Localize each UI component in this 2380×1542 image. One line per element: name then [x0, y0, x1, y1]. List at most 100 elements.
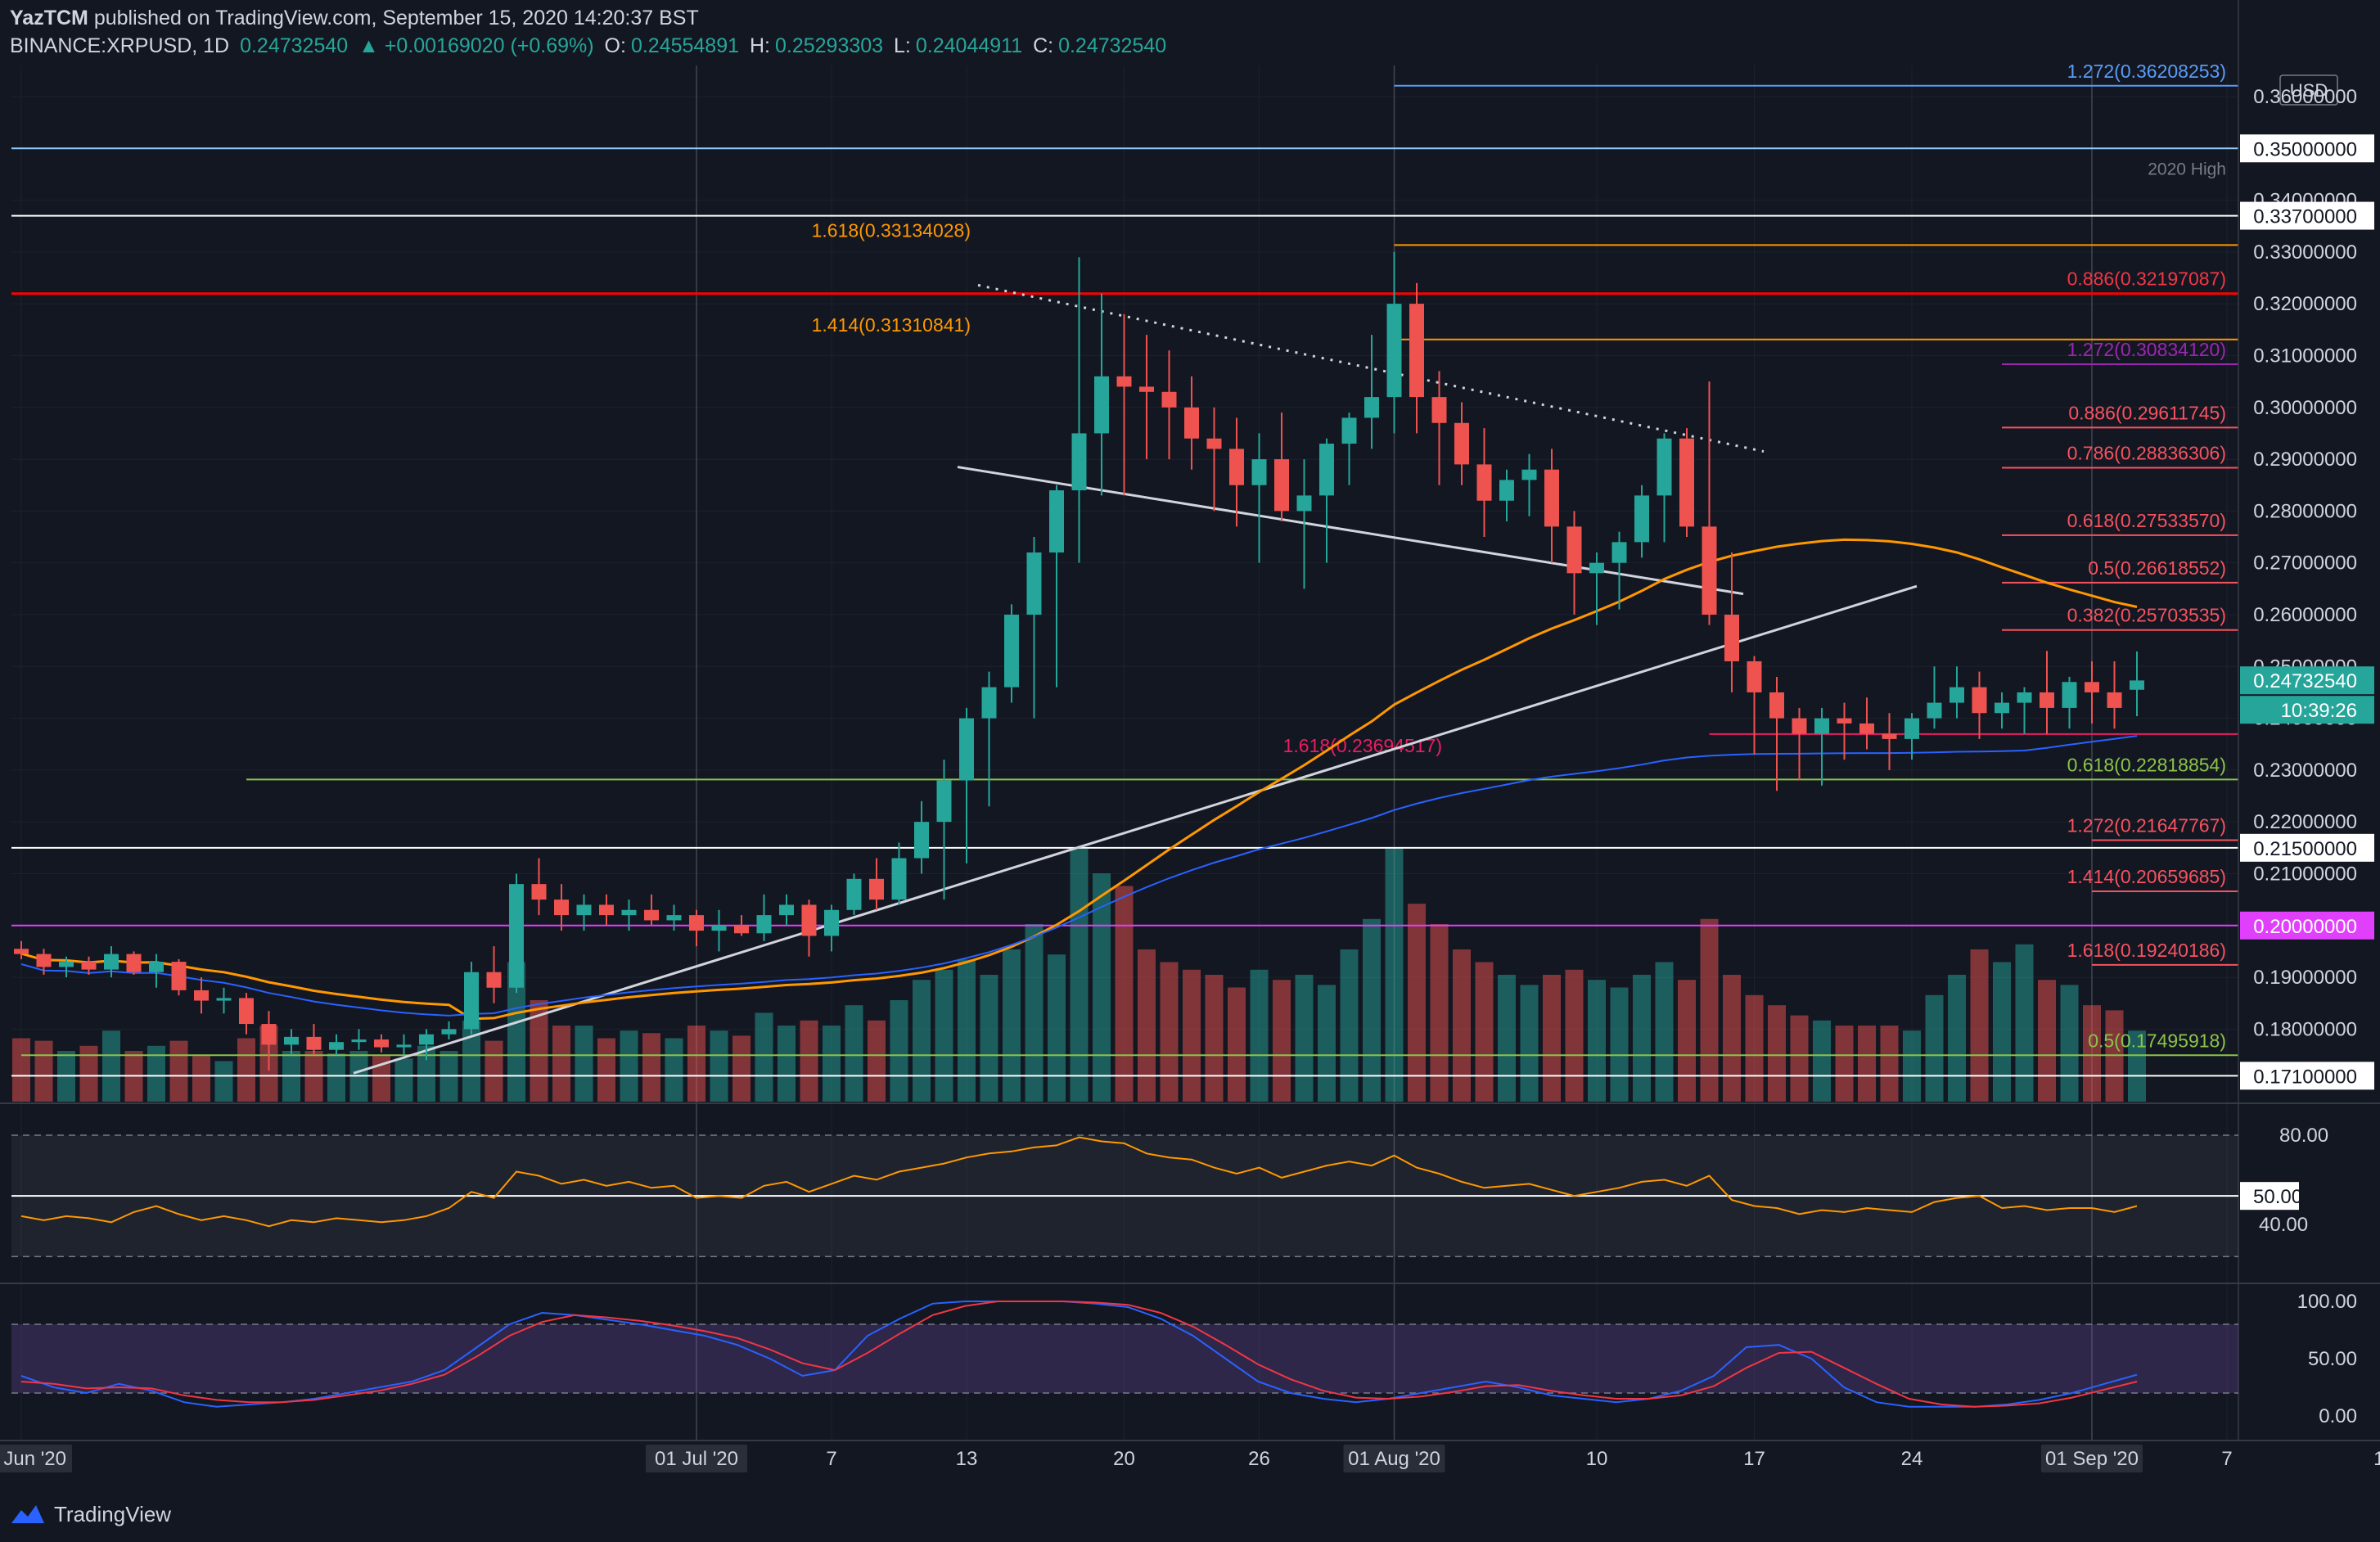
candle-body — [1747, 661, 1762, 692]
candle-body — [2130, 680, 2144, 690]
volume-bar — [1633, 975, 1651, 1102]
volume-bar — [1678, 980, 1696, 1102]
volume-bar — [1385, 848, 1404, 1102]
candle-body — [126, 954, 142, 972]
volume-bar — [1408, 904, 1426, 1102]
candle-body — [239, 998, 254, 1025]
fib-level-label: 0.5(0.26618552) — [2088, 557, 2226, 579]
candle-body — [1679, 438, 1694, 527]
volume-bar — [12, 1038, 30, 1102]
symbol-info: BINANCE:XRPUSD, 1D 0.24732540 ▲ +0.00169… — [10, 34, 1171, 58]
candle-body — [1386, 304, 1402, 398]
candle-body — [1049, 490, 1064, 553]
candle-body — [689, 915, 704, 931]
volume-bar — [1925, 994, 1944, 1102]
symbol-label[interactable]: BINANCE:XRPUSD, 1D — [10, 34, 229, 57]
candle-body — [1161, 391, 1177, 408]
candle-body — [1139, 386, 1154, 392]
fib-level-label: 0.5(0.17495918) — [2088, 1030, 2226, 1051]
candle-body — [1521, 469, 1537, 480]
volume-bar — [485, 1040, 503, 1102]
price-tick: 0.28000000 — [2253, 500, 2357, 522]
time-label: 13 — [956, 1448, 978, 1470]
volume-bar — [1880, 1026, 1899, 1102]
time-label: 24 — [1901, 1448, 1923, 1470]
fib-level-label: 1.414(0.20659685) — [2067, 866, 2226, 887]
volume-bar — [665, 1038, 683, 1102]
volume-bar — [1565, 969, 1584, 1102]
candle-body — [1296, 495, 1312, 512]
price-change: ▲ +0.00169020 (+0.69%) — [358, 34, 594, 57]
price-tick: 0.29000000 — [2253, 449, 2357, 471]
chart-canvas[interactable]: 1.272(0.36208253)1.618(0.33134028)1.414(… — [0, 0, 2380, 1542]
candle-body — [284, 1036, 299, 1045]
tradingview-logo-icon — [11, 1505, 44, 1523]
volume-bar — [1858, 1026, 1876, 1102]
volume-bar — [1948, 975, 1966, 1102]
candle-body — [1927, 702, 1942, 719]
line-note: 2020 High — [2148, 160, 2226, 178]
volume-bar — [710, 1030, 728, 1102]
candle-body — [1950, 687, 1964, 703]
volume-bar — [327, 1053, 345, 1102]
volume-bar — [1070, 848, 1089, 1102]
fib-level-label: 0.886(0.29611745) — [2068, 402, 2226, 423]
candle-body — [1589, 562, 1604, 574]
volume-bar — [620, 1030, 638, 1102]
price-tick: 0.30000000 — [2253, 397, 2357, 419]
candle-body — [1476, 464, 1492, 501]
candle-body — [1882, 733, 1897, 739]
volume-bar — [1700, 918, 1719, 1102]
candle-body — [1724, 614, 1739, 661]
volume-bar — [1475, 962, 1494, 1102]
countdown-tag: 10:39:26 — [2281, 700, 2357, 722]
published-text: published on TradingView.com, September … — [93, 7, 699, 29]
fib-level-label: 1.272(0.30834120) — [2067, 339, 2226, 360]
candle-body — [1566, 526, 1582, 574]
candle-body — [261, 1024, 277, 1045]
candle-body — [936, 780, 952, 823]
tradingview-branding[interactable]: TradingView — [10, 1498, 171, 1531]
candle-body — [1814, 718, 1829, 734]
price-tick: 0.19000000 — [2253, 967, 2357, 989]
candle-body — [1274, 459, 1289, 512]
candle-body — [2017, 692, 2032, 703]
candle-body — [1995, 702, 2009, 714]
candle-body — [1769, 692, 1784, 719]
price-tag: 0.21500000 — [2253, 838, 2357, 860]
price-tag: 0.17100000 — [2253, 1066, 2357, 1088]
publisher-name[interactable]: YazTCM — [10, 7, 88, 29]
candle-body — [1184, 407, 1199, 439]
volume-bar — [823, 1026, 841, 1102]
fib-level-label: 0.382(0.25703535) — [2067, 605, 2226, 626]
stoch-tick: 50.00 — [2308, 1348, 2357, 1370]
candle-body — [14, 949, 29, 954]
candle-body — [554, 900, 569, 916]
candle-body — [666, 915, 682, 921]
price-tick: 0.27000000 — [2253, 552, 2357, 575]
candle-body — [441, 1029, 457, 1035]
volume-bar — [34, 1040, 53, 1102]
volume-bar — [1183, 969, 1201, 1102]
volume-bar — [732, 1035, 751, 1102]
price-tag: 0.35000000 — [2253, 138, 2357, 160]
candle-body — [419, 1034, 434, 1045]
candle-body — [1837, 718, 1852, 724]
candle-body — [891, 858, 907, 900]
time-label: 01 Sep '20 — [2045, 1448, 2139, 1470]
candle-body — [621, 909, 637, 916]
price-tick: 0.33000000 — [2253, 241, 2357, 264]
candle-body — [2107, 692, 2122, 708]
candle-body — [1116, 376, 1132, 387]
volume-bar — [597, 1038, 615, 1102]
volume-bar — [1003, 949, 1021, 1102]
open-label: O: — [604, 34, 626, 57]
brand-name: TradingView — [54, 1501, 172, 1526]
volume-bar — [169, 1040, 188, 1102]
candle-body — [1792, 718, 1807, 734]
candle-body — [779, 904, 794, 916]
time-label: 01 Aug '20 — [1348, 1448, 1440, 1470]
fib-level-label: 1.414(0.31310841) — [812, 314, 971, 336]
low-value: 0.24044911 — [915, 34, 1023, 57]
price-tag: 0.20000000 — [2253, 916, 2357, 938]
